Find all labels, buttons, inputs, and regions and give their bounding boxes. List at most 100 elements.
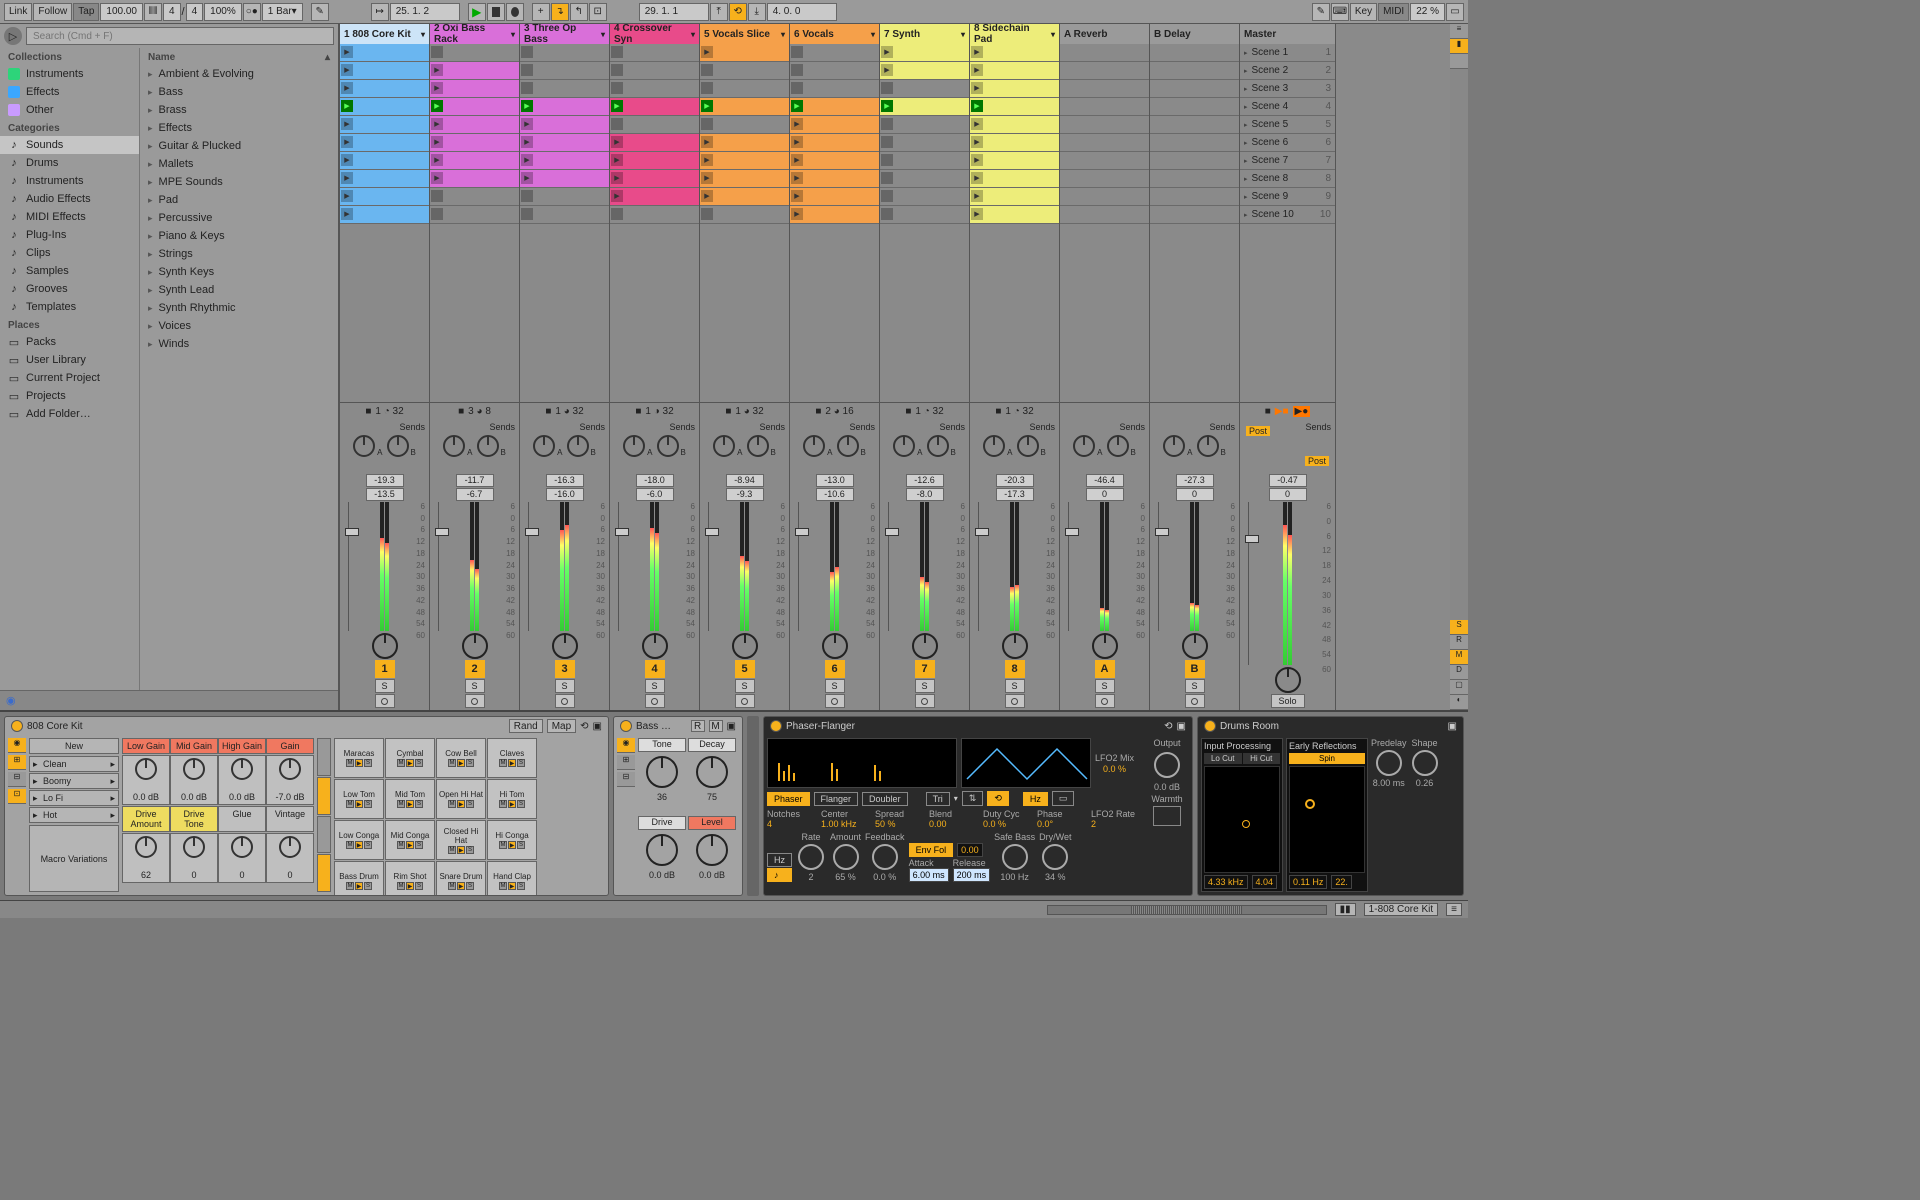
- pan-knob[interactable]: [642, 633, 668, 659]
- marker-prev-icon[interactable]: ↦: [371, 3, 389, 21]
- solo-button[interactable]: S: [1005, 679, 1025, 693]
- drum-pad[interactable]: Hi TomM▶S: [487, 779, 537, 819]
- pencil-icon[interactable]: ✎: [1312, 3, 1330, 21]
- status-menu-icon[interactable]: ≡: [1446, 903, 1462, 916]
- new-button[interactable]: New: [29, 738, 119, 754]
- flanger-tab[interactable]: Flanger: [814, 792, 859, 806]
- drum-pad[interactable]: Low TomM▶S: [334, 779, 384, 819]
- search-input[interactable]: [26, 27, 334, 45]
- clip-play-icon[interactable]: ▶: [791, 208, 803, 220]
- send-b-knob[interactable]: [387, 435, 409, 457]
- fader-track[interactable]: [528, 502, 536, 631]
- clip-stop-icon[interactable]: [881, 118, 893, 130]
- drum-pad[interactable]: Mid CongaM▶S: [385, 820, 435, 860]
- bass-macro[interactable]: Drive0.0 dB: [638, 816, 686, 892]
- clip-slot[interactable]: ▶: [700, 134, 789, 152]
- pf-knob[interactable]: [833, 844, 859, 870]
- solo-button[interactable]: S: [555, 679, 575, 693]
- fader-track[interactable]: [798, 502, 806, 631]
- fader-track[interactable]: [1248, 502, 1256, 665]
- track-activator[interactable]: 8: [1005, 660, 1025, 678]
- category-item[interactable]: ♪Clips: [0, 244, 139, 262]
- io-toggle[interactable]: ≡: [1450, 24, 1468, 39]
- clip-slot[interactable]: [430, 44, 519, 62]
- drum-pad[interactable]: Hand ClapM▶S: [487, 861, 537, 895]
- fader-handle[interactable]: [795, 528, 809, 536]
- category-item[interactable]: ♪Drums: [0, 154, 139, 172]
- overview-waveform[interactable]: [1047, 905, 1327, 915]
- rand-button[interactable]: Rand: [509, 719, 543, 733]
- clip-slot[interactable]: [700, 62, 789, 80]
- peak-level[interactable]: -19.3: [366, 474, 404, 487]
- predelay-knob[interactable]: [1376, 750, 1402, 776]
- clip-play-icon[interactable]: ▶: [971, 136, 983, 148]
- clip-slot[interactable]: ▶: [520, 134, 609, 152]
- drum-pad[interactable]: Bass DrumM▶S: [334, 861, 384, 895]
- clip-stop-icon[interactable]: [521, 190, 533, 202]
- track-header[interactable]: 8 Sidechain Pad▾: [970, 24, 1060, 44]
- output-knob[interactable]: [1154, 752, 1180, 778]
- fader-handle[interactable]: [615, 528, 629, 536]
- clip-stop-icon[interactable]: [611, 208, 623, 220]
- clip-slot[interactable]: ▶: [520, 116, 609, 134]
- drum-pad[interactable]: Rim ShotM▶S: [385, 861, 435, 895]
- clip-stop-icon[interactable]: [431, 208, 443, 220]
- clip-slot[interactable]: [880, 134, 969, 152]
- clip-play-icon[interactable]: ▶: [341, 100, 353, 112]
- send-b-knob[interactable]: [1107, 435, 1129, 457]
- arm-button[interactable]: [375, 694, 395, 708]
- automation-icon[interactable]: ○●: [243, 3, 261, 21]
- tap-button[interactable]: Tap: [73, 3, 99, 21]
- clip-slot[interactable]: [700, 116, 789, 134]
- clip-stop-icon[interactable]: [521, 46, 533, 58]
- peak-level[interactable]: -11.7: [456, 474, 494, 487]
- name-item[interactable]: ▸Winds: [140, 335, 338, 353]
- fader-track[interactable]: [888, 502, 896, 631]
- name-item[interactable]: ▸Guitar & Plucked: [140, 137, 338, 155]
- fader-handle[interactable]: [345, 528, 359, 536]
- clip-slot[interactable]: ▶: [340, 116, 429, 134]
- clip-stop-icon[interactable]: [611, 46, 623, 58]
- track-activator[interactable]: 3: [555, 660, 575, 678]
- clip-stop-icon[interactable]: [881, 172, 893, 184]
- track-header[interactable]: 1 808 Core Kit▾: [340, 24, 430, 44]
- drum-pad[interactable]: Low CongaM▶S: [334, 820, 384, 860]
- drum-pad[interactable]: Hi CongaM▶S: [487, 820, 537, 860]
- name-item[interactable]: ▸Brass: [140, 101, 338, 119]
- bass-macro[interactable]: Level0.0 dB: [688, 816, 736, 892]
- solo-button[interactable]: S: [1095, 679, 1115, 693]
- macro-knob[interactable]: 0: [218, 833, 266, 883]
- clip-slot[interactable]: ▶: [610, 170, 699, 188]
- track-activator[interactable]: B: [1185, 660, 1205, 678]
- track-header[interactable]: A Reverb: [1060, 24, 1150, 44]
- send-a-knob[interactable]: [623, 435, 645, 457]
- drum-pad[interactable]: Cow BellM▶S: [436, 738, 486, 778]
- clip-play-icon[interactable]: ▶: [791, 190, 803, 202]
- scene-row[interactable]: ▸Scene 22: [1240, 62, 1335, 80]
- scene-row[interactable]: ▸Scene 33: [1240, 80, 1335, 98]
- drum-pad[interactable]: MaracasM▶S: [334, 738, 384, 778]
- clip-play-icon[interactable]: ▶: [611, 100, 623, 112]
- clip-play-icon[interactable]: ▶: [971, 208, 983, 220]
- macro-knob[interactable]: 0: [266, 833, 314, 883]
- link-button[interactable]: Link: [4, 3, 32, 21]
- clip-slot[interactable]: ▶: [430, 116, 519, 134]
- clip-play-icon[interactable]: ▶: [521, 154, 533, 166]
- macro-knob[interactable]: 0.0 dB: [122, 755, 170, 805]
- volume-value[interactable]: -9.3: [726, 488, 764, 501]
- automation-arm-icon[interactable]: ↴: [551, 3, 569, 21]
- clip-slot[interactable]: ▶: [610, 152, 699, 170]
- track-activator[interactable]: A: [1095, 660, 1115, 678]
- clip-stop-icon[interactable]: [881, 154, 893, 166]
- chain-item[interactable]: ▸Hot▸: [29, 807, 119, 823]
- clip-play-icon[interactable]: ▶: [341, 172, 353, 184]
- peak-level[interactable]: -27.3: [1176, 474, 1214, 487]
- category-item[interactable]: ♪Audio Effects: [0, 190, 139, 208]
- clip-slot[interactable]: ▶: [970, 206, 1059, 224]
- track-activator[interactable]: 5: [735, 660, 755, 678]
- send-a-knob[interactable]: [353, 435, 375, 457]
- clip-stop-icon[interactable]: [791, 82, 803, 94]
- loop-length[interactable]: 4. 0. 0: [767, 3, 837, 21]
- clip-slot[interactable]: [610, 116, 699, 134]
- groove-pool-icon[interactable]: ◉: [6, 694, 16, 707]
